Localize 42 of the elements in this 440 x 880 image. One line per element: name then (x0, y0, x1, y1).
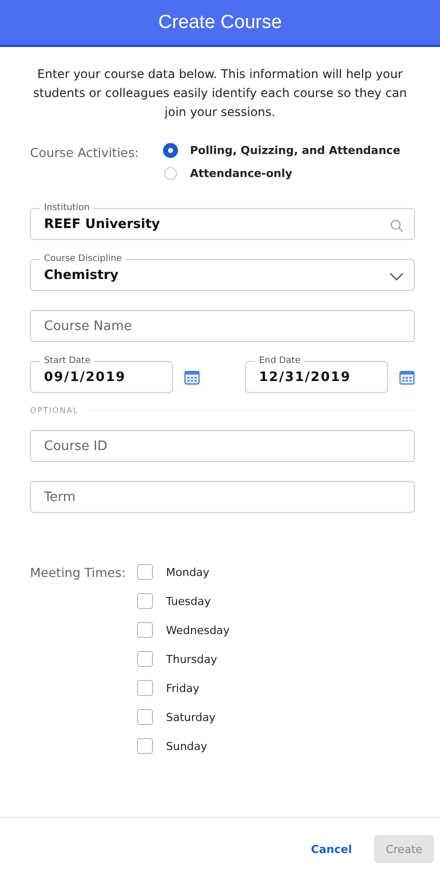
checkbox[interactable] (137, 622, 153, 638)
field-label: End Date (258, 355, 302, 367)
term-field[interactable]: Term (30, 481, 415, 513)
checkbox-label[interactable]: Thursday (166, 652, 218, 666)
search-icon (390, 219, 404, 234)
course-id-field[interactable]: Course ID (30, 430, 415, 462)
meeting-times-label: Meeting Times: (30, 564, 127, 582)
field-value: Chemistry (44, 267, 118, 285)
checkbox[interactable] (137, 738, 153, 754)
radio-button[interactable] (164, 144, 177, 157)
course-name-field[interactable]: Course Name (30, 310, 415, 342)
checkbox-label[interactable]: Wednesday (166, 624, 230, 636)
course-activities-label: Course Activities: (30, 144, 140, 162)
checkbox-label[interactable]: Saturday (166, 710, 216, 724)
intro-text: Enter your course data below. This information will help your students or colleagues easily identify each course so they can join your sessions. (32, 66, 408, 121)
checkbox[interactable] (137, 564, 153, 580)
cancel-button[interactable]: Cancel (308, 838, 354, 860)
field-value: 12/31/2019 (259, 369, 351, 387)
field-label: Course Discipline (43, 253, 123, 265)
checkbox-label[interactable]: Sunday (166, 740, 208, 752)
checkbox[interactable] (137, 593, 153, 609)
field-value: 09/1/2019 (44, 369, 126, 387)
start-date-field[interactable]: Start Date 09/1/2019 (30, 355, 173, 393)
checkbox[interactable] (137, 651, 153, 667)
chevron-down-icon (389, 272, 404, 282)
field-label: Institution (43, 202, 91, 214)
institution-field[interactable]: Institution REEF University (30, 202, 415, 240)
window-title: Create Course (158, 12, 282, 34)
radio-label[interactable]: Attendance-only (190, 167, 292, 180)
checkbox-label[interactable]: Monday (166, 566, 210, 578)
end-date-field[interactable]: End Date 12/31/2019 (245, 355, 388, 393)
checkbox-label[interactable]: Tuesday (166, 594, 211, 608)
radio-label[interactable]: Polling, Quizzing, and Attendance (190, 144, 400, 157)
checkbox-label[interactable]: Friday (166, 682, 200, 694)
field-label: Start Date (43, 355, 92, 367)
checkbox[interactable] (137, 709, 153, 725)
calendar-icon[interactable] (184, 369, 200, 385)
calendar-icon[interactable] (399, 369, 415, 385)
discipline-dropdown[interactable]: Course Discipline Chemistry (30, 253, 415, 291)
field-value: REEF University (44, 216, 160, 234)
checkbox[interactable] (137, 680, 153, 696)
optional-heading: OPTIONAL (30, 406, 79, 415)
